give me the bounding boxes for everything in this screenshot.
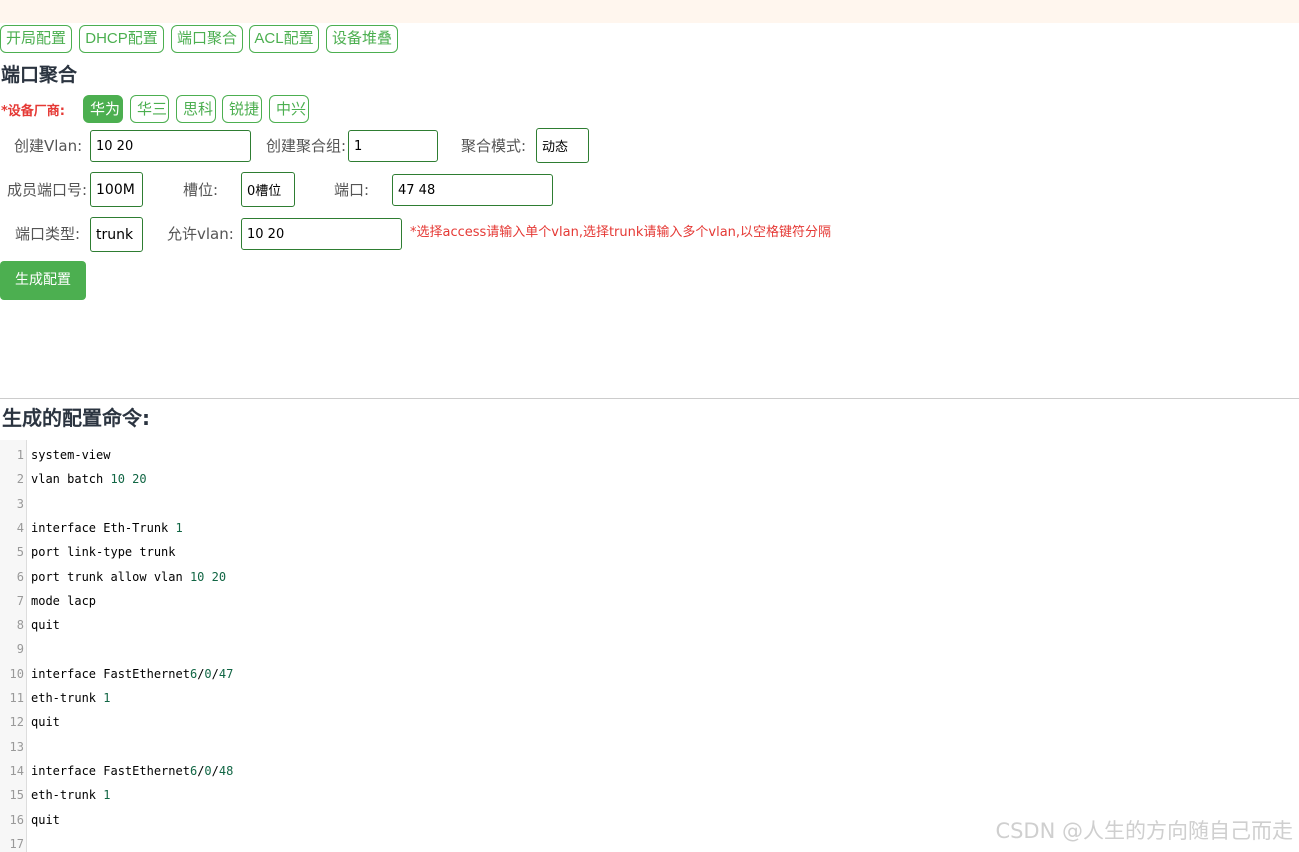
code-line: 11 eth-trunk 1 xyxy=(0,686,1299,710)
line-number: 16 xyxy=(9,812,24,827)
code-line: 5 port link-type trunk xyxy=(0,540,1299,564)
allow-vlan-label: 允许vlan: xyxy=(167,225,234,243)
top-banner xyxy=(0,0,1299,23)
nav-button-initial-config[interactable]: 开局配置 xyxy=(0,25,72,53)
code-text: vlan batch 10 20 xyxy=(31,472,147,487)
line-number: 1 xyxy=(16,448,24,462)
config-code-editor[interactable]: 1 system-view 2 vlan batch 10 20 3 4 interface… xyxy=(0,440,1299,852)
agg-mode-value: 动态 xyxy=(542,140,569,155)
agg-mode-select[interactable]: 动态 xyxy=(536,128,589,163)
code-text: quit xyxy=(31,715,60,730)
code-number: 47 xyxy=(218,666,234,681)
port-type-select[interactable]: trunk xyxy=(90,217,143,252)
code-number: 6 xyxy=(189,666,198,681)
code-text: quit xyxy=(31,812,60,827)
code-line: 9 xyxy=(0,637,1299,661)
nav-button-device-stacking[interactable]: 设备堆叠 xyxy=(326,25,398,53)
port-input[interactable] xyxy=(392,174,553,206)
vendor-button-cisco[interactable]: 思科 xyxy=(176,95,216,123)
line-number: 17 xyxy=(9,836,24,851)
slot-select[interactable]: 0槽位 xyxy=(241,172,295,207)
line-number: 2 xyxy=(16,472,24,487)
line-number: 13 xyxy=(9,739,24,754)
slot-value: 0槽位 xyxy=(247,184,282,199)
code-line: 15 eth-trunk 1 xyxy=(0,783,1299,807)
slot-label: 槽位: xyxy=(183,181,219,199)
code-line: 13 xyxy=(0,735,1299,759)
nav-button-port-aggregation[interactable]: 端口聚合 xyxy=(171,25,243,53)
vlan-hint-text: *选择access请输入单个vlan,选择trunk请输入多个vlan,以空格键… xyxy=(410,225,832,240)
vendor-button-huawei[interactable]: 华为 xyxy=(83,95,123,123)
code-text: quit xyxy=(31,618,60,633)
code-number: 0 xyxy=(204,666,212,681)
vendor-button-h3c[interactable]: 华三 xyxy=(130,95,169,123)
code-line: 3 xyxy=(0,492,1299,516)
code-number: 1 xyxy=(175,520,183,535)
line-number: 11 xyxy=(9,691,24,705)
create-vlan-label: 创建Vlan: xyxy=(14,137,83,155)
code-line: 7 mode lacp xyxy=(0,589,1299,613)
line-number: 8 xyxy=(16,618,24,633)
code-number: 20 xyxy=(211,569,227,584)
line-number: 6 xyxy=(16,569,24,584)
agg-mode-label: 聚合模式: xyxy=(461,137,527,155)
code-number: 10 xyxy=(189,569,205,584)
generate-config-button[interactable]: 生成配置 xyxy=(0,261,86,300)
output-title: 生成的配置命令: xyxy=(2,406,150,430)
line-number: 7 xyxy=(16,593,24,608)
vendor-button-ruijie[interactable]: 锐捷 xyxy=(222,95,262,123)
section-divider xyxy=(0,398,1299,399)
code-text: interface Eth-Trunk 1 xyxy=(31,520,183,535)
port-type-value: trunk xyxy=(96,226,134,243)
member-port-select[interactable]: 100M xyxy=(90,172,143,207)
code-line: 10 interface FastEthernet6/0/47 xyxy=(0,662,1299,686)
code-line: 6 port trunk allow vlan 10 20 xyxy=(0,565,1299,589)
agg-group-input[interactable] xyxy=(348,130,438,162)
vendor-label: *设备厂商: xyxy=(1,104,65,119)
code-number: 0 xyxy=(204,763,212,778)
port-label: 端口: xyxy=(334,181,370,199)
line-number: 4 xyxy=(16,520,24,535)
line-number: 15 xyxy=(9,788,24,803)
vendor-button-zte[interactable]: 中兴 xyxy=(269,95,309,123)
code-line: 8 quit xyxy=(0,613,1299,637)
member-port-label: 成员端口号: xyxy=(7,181,88,199)
code-line: 4 interface Eth-Trunk 1 xyxy=(0,516,1299,540)
agg-group-label: 创建聚合组: xyxy=(266,137,347,155)
code-text: system-view xyxy=(31,448,111,462)
code-text: mode lacp xyxy=(31,593,97,608)
line-number: 12 xyxy=(9,715,24,730)
page-title: 端口聚合 xyxy=(1,64,78,86)
watermark: CSDN @人生的方向随自己而走 xyxy=(995,819,1293,843)
member-port-value: 100M xyxy=(96,181,135,198)
code-text: port trunk allow vlan 10 20 xyxy=(31,569,227,584)
line-number: 9 xyxy=(16,642,24,657)
create-vlan-input[interactable] xyxy=(90,130,251,162)
code-number: 10 xyxy=(110,472,125,487)
line-number: 10 xyxy=(9,666,24,681)
code-number: 1 xyxy=(103,788,111,803)
code-text: interface FastEthernet6/0/48 xyxy=(31,763,234,778)
line-number: 14 xyxy=(9,763,24,778)
nav-button-acl-config[interactable]: ACL配置 xyxy=(249,25,319,53)
code-number: 20 xyxy=(132,472,147,487)
allow-vlan-input[interactable] xyxy=(241,218,402,250)
line-number: 3 xyxy=(16,496,24,511)
code-text: interface FastEthernet6/0/47 xyxy=(31,666,234,681)
code-line: 2 vlan batch 10 20 xyxy=(0,467,1299,491)
code-number: 48 xyxy=(218,763,234,778)
code-number: 1 xyxy=(103,691,111,705)
nav-button-dhcp-config[interactable]: DHCP配置 xyxy=(79,25,164,53)
code-line: 12 quit xyxy=(0,710,1299,734)
code-number: 6 xyxy=(189,763,198,778)
code-text: eth-trunk 1 xyxy=(31,788,111,803)
code-text: eth-trunk 1 xyxy=(31,691,111,705)
port-type-label: 端口类型: xyxy=(15,225,81,243)
code-text: port link-type trunk xyxy=(31,545,176,560)
code-line: 1 system-view xyxy=(0,443,1299,467)
line-number: 5 xyxy=(16,545,24,560)
code-line: 14 interface FastEthernet6/0/48 xyxy=(0,759,1299,783)
